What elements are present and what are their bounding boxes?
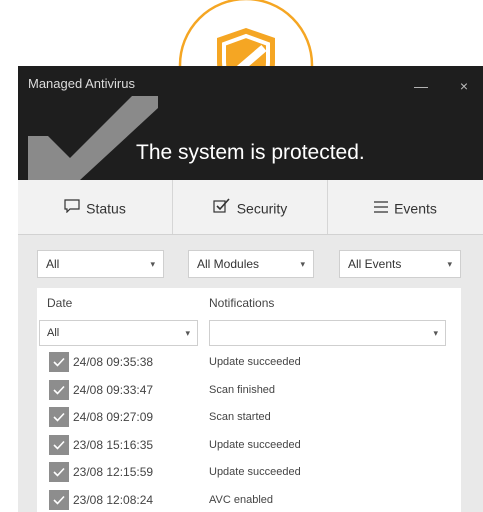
window-title: Managed Antivirus (28, 76, 135, 91)
row-message: Scan started (209, 411, 271, 423)
table-row[interactable]: 24/08 09:27:09 Scan started (37, 403, 461, 431)
speech-bubble-icon (64, 181, 80, 235)
row-date: 24/08 09:27:09 (73, 410, 154, 424)
table-row[interactable]: 24/08 09:35:38 Update succeeded (37, 348, 461, 376)
table-row[interactable]: 23/08 15:16:35 Update succeeded (37, 431, 461, 459)
check-icon (53, 467, 65, 477)
close-button[interactable]: × (444, 66, 483, 106)
date-column-header: Date (47, 296, 73, 310)
modules-filter-dropdown[interactable]: All Modules ▾ (188, 250, 314, 278)
modules-filter-value: All Modules (197, 257, 260, 271)
row-date: 23/08 12:08:24 (73, 492, 154, 507)
row-message: Update succeeded (209, 356, 301, 368)
row-checkbox[interactable] (49, 352, 69, 372)
check-icon (53, 495, 65, 505)
row-message: AVC enabled (209, 493, 274, 506)
chevron-down-icon: ▾ (300, 259, 305, 269)
tab-status-label: Status (86, 200, 126, 217)
table-row[interactable]: 24/08 09:33:47 Scan finished (37, 376, 461, 404)
protection-status: The system is protected. (136, 141, 365, 164)
check-icon (53, 412, 65, 422)
chevron-down-icon: ▾ (185, 328, 190, 338)
tab-security[interactable]: Security (173, 180, 328, 234)
row-date: 24/08 09:33:47 (73, 382, 154, 397)
tab-events-label: Events (394, 200, 437, 217)
row-message: Update succeeded (209, 438, 301, 451)
chevron-down-icon: ▾ (433, 328, 438, 338)
row-date: 23/08 12:15:59 (73, 465, 154, 479)
date-filter-dropdown[interactable]: All ▾ (39, 320, 198, 346)
table-row[interactable]: 23/08 12:15:59 Update succeeded (37, 458, 461, 486)
check-icon (53, 385, 65, 395)
check-icon (53, 440, 65, 450)
event-list: 24/08 09:35:38 Update succeeded 24/08 09… (37, 348, 461, 512)
events-filter-value: All Events (348, 257, 402, 271)
row-checkbox[interactable] (49, 407, 69, 427)
row-date: 23/08 15:16:35 (73, 437, 154, 452)
title-banner: Managed Antivirus — × The system is prot… (18, 66, 483, 180)
menu-icon (374, 181, 389, 235)
events-filter-dropdown[interactable]: All Events ▾ (339, 250, 461, 278)
row-checkbox[interactable] (49, 434, 69, 455)
row-message: Update succeeded (209, 466, 301, 478)
row-message: Scan finished (209, 383, 276, 396)
tab-events[interactable]: Events (328, 180, 483, 234)
row-date: 24/08 09:35:38 (73, 355, 154, 369)
category-filter-value: All (46, 257, 60, 271)
checkmark-icon (28, 96, 158, 180)
row-checkbox[interactable] (49, 462, 69, 482)
antivirus-window: Managed Antivirus — × The system is prot… (18, 66, 483, 512)
category-filter-dropdown[interactable]: All ▾ (37, 250, 164, 278)
table-row[interactable]: 23/08 12:08:24 AVC enabled (37, 486, 461, 512)
tab-bar: Status Security Events (18, 180, 483, 235)
chevron-down-icon: ▾ (150, 259, 155, 269)
check-icon (53, 357, 65, 367)
events-table: Date Notifications All ▾ ▾ 24/08 09:35:3… (37, 288, 461, 512)
date-filter-value: All (47, 327, 60, 339)
notification-filter-dropdown[interactable]: ▾ (209, 320, 446, 346)
tab-security-label: Security (236, 200, 288, 217)
checkbox-icon (213, 181, 231, 235)
minimize-button[interactable]: — (401, 66, 441, 106)
row-checkbox[interactable] (49, 489, 69, 510)
row-checkbox[interactable] (49, 379, 69, 400)
tab-status[interactable]: Status (18, 180, 173, 234)
notifications-column-header: Notifications (209, 296, 275, 310)
chevron-down-icon: ▾ (447, 259, 452, 269)
